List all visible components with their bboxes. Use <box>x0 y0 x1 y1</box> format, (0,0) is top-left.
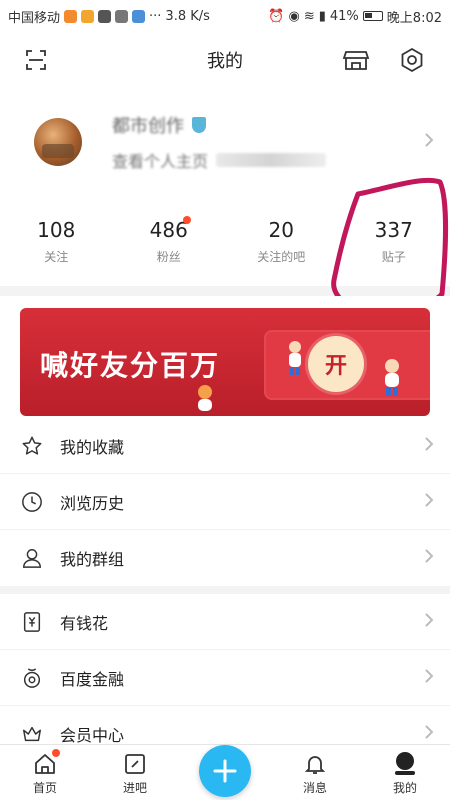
menu-item-history[interactable]: 浏览历史 <box>0 474 450 530</box>
clock-icon <box>22 491 42 512</box>
username-row: 都市创作 <box>112 112 206 138</box>
nav-label: 首页 <box>32 781 57 795</box>
cartoon-figure-icon <box>289 341 301 375</box>
open-envelope-button[interactable]: 开 <box>308 336 364 392</box>
app-notification-icon <box>81 9 95 23</box>
menu-label: 我的收藏 <box>60 437 125 457</box>
menu-item-groups[interactable]: 我的群组 <box>0 530 450 586</box>
chevron-right-icon <box>425 437 434 451</box>
alarm-icon: ⏰ <box>268 8 285 24</box>
app-notification-icon <box>115 9 129 23</box>
nav-label: 我的 <box>392 781 417 795</box>
stat-label: 关注 <box>44 250 69 264</box>
profile-subtitle: 查看个人主页 <box>112 152 209 171</box>
eye-icon: ◉ <box>288 8 300 24</box>
menu-group-finance: 有钱花 百度金融 会员中心 <box>0 594 450 762</box>
chevron-right-icon <box>425 669 434 683</box>
app-notification-icon <box>132 9 146 23</box>
nav-home[interactable]: 首页 <box>0 745 90 800</box>
cartoon-figure-icon <box>385 359 399 396</box>
verified-badge-icon <box>192 117 206 133</box>
top-header: 我的 <box>0 32 450 88</box>
open-label: 开 <box>324 354 347 379</box>
menu-label: 会员中心 <box>60 726 125 745</box>
menu-label: 浏览历史 <box>60 493 125 513</box>
username: 都市创作 <box>112 116 184 137</box>
crown-icon <box>23 726 41 742</box>
stat-fans[interactable]: 486 粉丝 <box>113 202 226 272</box>
blurred-text <box>216 153 327 167</box>
nav-messages[interactable]: 消息 <box>270 745 360 800</box>
clock-time: 晚上8:02 <box>386 10 442 26</box>
signal-icon: ▮ <box>318 8 326 24</box>
status-bar: 中国移动 ··· 3.8 K/s ⏰ ◉ ≋ ▮ 41% 晚上8:02 <box>0 0 450 32</box>
cartoon-figure-icon <box>198 385 212 411</box>
menu-label: 我的群组 <box>60 550 125 569</box>
nav-mine[interactable]: 我的 <box>360 745 450 800</box>
settings-button[interactable] <box>396 44 428 76</box>
page-title: 我的 <box>207 51 243 72</box>
notification-dot <box>52 749 60 757</box>
menu-item-loan[interactable]: 有钱花 <box>0 594 450 650</box>
menu-item-finance[interactable]: 百度金融 <box>0 650 450 706</box>
promo-banner[interactable]: 喊好友分百万 开 <box>20 308 430 416</box>
profile-subtitle-row: 查看个人主页 <box>112 148 327 172</box>
stat-value: 20 <box>268 218 294 242</box>
avatar[interactable] <box>34 118 82 166</box>
banner-text: 喊好友分百万 <box>40 349 221 382</box>
nav-label: 进吧 <box>122 781 147 795</box>
store-button[interactable] <box>340 44 372 76</box>
profile-card[interactable]: 都市创作 查看个人主页 108 关注 486 粉丝 20 关注的吧 337 贴子 <box>0 88 450 286</box>
menu-label: 百度金融 <box>60 669 125 689</box>
create-post-button[interactable] <box>199 745 251 797</box>
store-icon <box>343 51 369 70</box>
app-notification-icon <box>64 9 78 23</box>
nav-enter-bar[interactable]: 进吧 <box>90 745 180 800</box>
app-notification-icon <box>98 9 112 23</box>
edit-icon <box>125 754 145 774</box>
banner-section: 喊好友分百万 开 <box>0 296 450 424</box>
chevron-right-icon <box>425 613 434 627</box>
carrier-label: 中国移动 <box>8 10 61 26</box>
battery-icon <box>362 11 383 21</box>
more-notifications-icon: ··· <box>149 8 162 24</box>
stat-value: 108 <box>37 218 76 242</box>
settings-icon <box>401 47 423 73</box>
stats-row: 108 关注 486 粉丝 20 关注的吧 337 贴子 <box>0 202 450 272</box>
star-icon <box>22 436 42 455</box>
plus-icon <box>213 759 237 783</box>
stat-value: 337 <box>374 218 413 242</box>
menu-item-favorites[interactable]: 我的收藏 <box>0 418 450 474</box>
stat-followed-bars[interactable]: 20 关注的吧 <box>225 202 338 272</box>
stat-label: 粉丝 <box>156 250 181 264</box>
nav-label: 消息 <box>302 781 327 795</box>
chevron-right-icon <box>425 493 434 507</box>
network-speed: 3.8 K/s <box>165 8 210 24</box>
stat-label: 贴子 <box>381 250 406 264</box>
money-card-icon <box>23 611 41 632</box>
profile-icon <box>395 752 415 775</box>
chevron-right-icon <box>425 725 434 739</box>
finance-icon <box>23 667 41 688</box>
scan-button[interactable] <box>20 44 52 76</box>
scan-icon <box>26 50 46 70</box>
chevron-right-icon <box>425 133 434 147</box>
wifi-icon: ≋ <box>303 8 315 24</box>
notification-dot <box>182 216 191 224</box>
menu-group-primary: 我的收藏 浏览历史 我的群组 <box>0 418 450 586</box>
chevron-right-icon <box>425 549 434 563</box>
stat-posts[interactable]: 337 贴子 <box>338 202 450 272</box>
stat-following[interactable]: 108 关注 <box>0 202 113 272</box>
battery-percent: 41% <box>329 8 359 24</box>
bell-icon <box>304 756 326 774</box>
stat-value: 486 <box>149 218 188 242</box>
user-group-icon <box>23 549 41 568</box>
menu-label: 有钱花 <box>60 613 109 633</box>
stat-label: 关注的吧 <box>257 250 306 264</box>
